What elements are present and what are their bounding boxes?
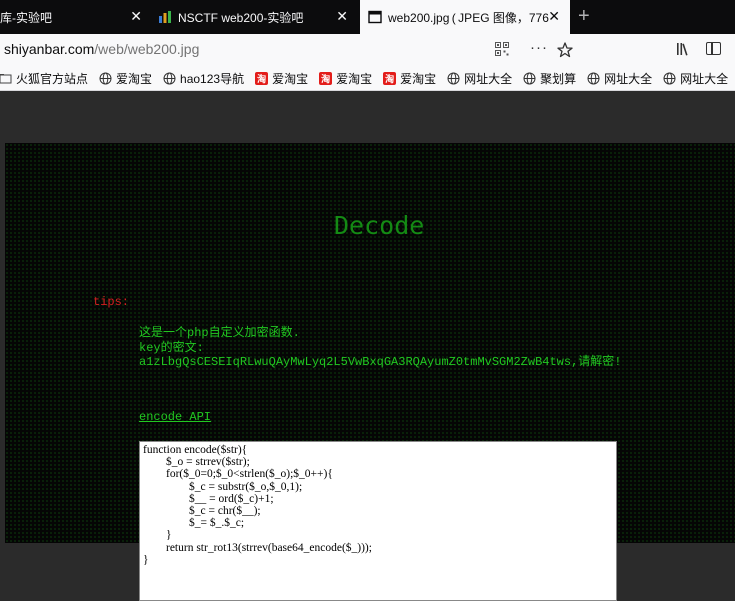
bookmark-label: 网址大全: [464, 71, 513, 86]
source-code-box: function encode($str){ $_o = strrev($str…: [139, 441, 617, 601]
new-tab-button[interactable]: +: [578, 5, 590, 27]
bookmark-label: 爱淘宝: [336, 71, 373, 86]
bookmark-item[interactable]: 网址大全: [587, 70, 652, 87]
bookmark-item[interactable]: 火狐官方站点: [0, 70, 88, 87]
description-line: 这是一个php自定义加密函数.: [139, 326, 300, 340]
bookmark-label: 聚划算: [540, 71, 577, 86]
taobao-icon: 淘: [255, 71, 269, 85]
globe-icon: [163, 72, 176, 84]
page-viewport: Decode tips: 这是一个php自定义加密函数. key的密文: a1z…: [0, 92, 735, 601]
navigation-bar: shiyanbar.com/web/web200.jpg ···: [0, 34, 735, 66]
address-bar[interactable]: shiyanbar.com/web/web200.jpg: [4, 41, 199, 57]
tab-web200-jpg[interactable]: web200.jpg ( JPEG 图像，776 ✕: [360, 0, 570, 34]
bookmark-label: 爱淘宝: [272, 71, 309, 86]
taobao-icon: 淘: [319, 71, 333, 85]
tab-label: NSCTF web200-实验吧: [178, 10, 304, 25]
qr-code-icon[interactable]: [495, 42, 509, 56]
tab-close-icon[interactable]: ✕: [548, 9, 560, 23]
image-file-icon: [368, 10, 382, 24]
bookmark-item[interactable]: 网址大全: [663, 70, 728, 87]
site-favicon-icon: [159, 11, 171, 23]
globe-icon: [99, 72, 112, 84]
globe-icon: [447, 72, 460, 84]
challenge-description: 这是一个php自定义加密函数. key的密文: a1zLbgQsCESEIqRL…: [139, 326, 689, 370]
globe-icon: [523, 72, 536, 84]
page-actions-menu-button[interactable]: ···: [530, 39, 548, 56]
tab-label: 库-实验吧: [0, 10, 52, 25]
bookmark-item[interactable]: 淘 爱淘宝: [319, 70, 372, 87]
bookmarks-toolbar: 火狐官方站点 爱淘宝 hao123导航 淘 爱淘宝 淘 爱淘宝 淘 爱淘宝 网址…: [0, 66, 735, 91]
source-code: function encode($str){ $_o = strrev($str…: [143, 444, 372, 566]
bookmark-label: 爱淘宝: [400, 71, 437, 86]
bookmark-item[interactable]: 淘 爱淘宝: [255, 70, 308, 87]
bookmark-item[interactable]: 爱淘宝: [99, 70, 152, 87]
bookmark-label: 火狐官方站点: [16, 71, 89, 86]
encode-api-link: encode API: [139, 410, 212, 424]
bookmark-label: 网址大全: [604, 71, 653, 86]
taobao-icon: 淘: [383, 71, 397, 85]
sidebar-toggle-icon[interactable]: [706, 42, 721, 55]
bookmark-item[interactable]: 网址大全: [447, 70, 512, 87]
image-title: Decode: [334, 211, 425, 240]
bookmark-label: 爱淘宝: [116, 71, 153, 86]
bookmark-label: hao123导航: [180, 71, 245, 86]
bookmark-item[interactable]: 淘 爱淘宝: [383, 70, 436, 87]
folder-icon: [0, 73, 12, 83]
description-line: key的密文:: [139, 340, 204, 355]
bookmark-label: 网址大全: [680, 71, 729, 86]
tab-close-icon[interactable]: ✕: [130, 9, 142, 23]
globe-icon: [663, 72, 676, 84]
tips-label: tips:: [93, 295, 130, 309]
library-icon[interactable]: [676, 42, 690, 56]
bookmark-item[interactable]: hao123导航: [163, 70, 244, 87]
bookmark-item[interactable]: 聚划算: [523, 70, 576, 87]
ciphertext-line: a1zLbgQsCESEIqRLwuQAyMwLyq2L5VwBxqGA3RQA…: [139, 355, 622, 369]
tab-label: web200.jpg ( JPEG 图像，776: [388, 10, 549, 25]
tab-close-icon[interactable]: ✕: [336, 9, 348, 23]
tab-nsctf-web200[interactable]: NSCTF web200-实验吧 ✕: [150, 0, 358, 34]
tab-shiyanbar[interactable]: 库-实验吧 ✕: [0, 0, 148, 34]
globe-icon: [587, 72, 600, 84]
tab-strip: 库-实验吧 ✕ NSCTF web200-实验吧 ✕ web200.jpg ( …: [0, 0, 735, 34]
url-path: /web/web200.jpg: [94, 41, 200, 57]
displayed-image[interactable]: Decode tips: 这是一个php自定义加密函数. key的密文: a1z…: [5, 143, 735, 601]
bookmark-star-icon[interactable]: [557, 42, 573, 58]
url-host: shiyanbar.com: [4, 41, 95, 57]
